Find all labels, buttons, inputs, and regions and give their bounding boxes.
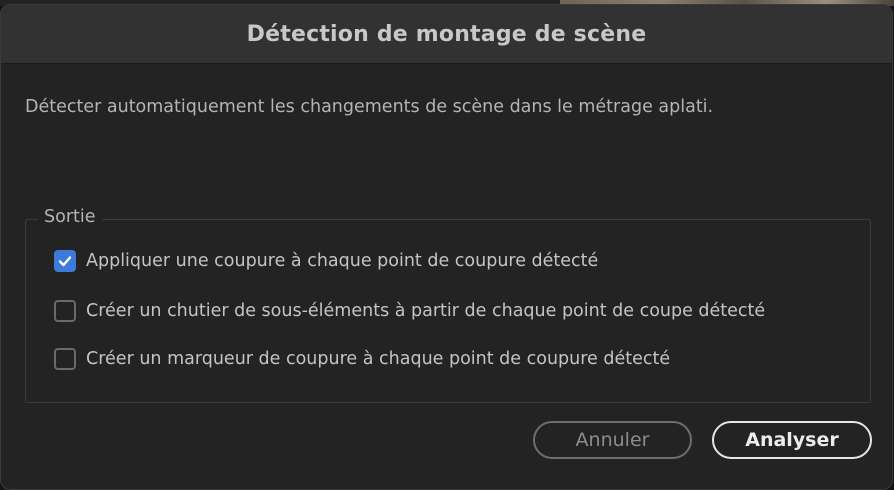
checkmark-icon (58, 256, 72, 267)
output-group: Sortie Appliquer une coupure à chaque po… (25, 207, 871, 403)
output-group-legend: Sortie (38, 207, 102, 227)
analyze-button[interactable]: Analyser (712, 421, 872, 459)
apply-cut-label: Appliquer une coupure à chaque point de … (86, 251, 599, 271)
scene-edit-detection-dialog: Détection de montage de scène Détecter a… (0, 4, 893, 490)
dialog-titlebar: Détection de montage de scène (1, 5, 892, 64)
create-marker-label: Créer un marqueur de coupure à chaque po… (86, 349, 671, 369)
apply-cut-checkbox[interactable] (54, 250, 76, 272)
create-subclip-bin-checkbox[interactable] (54, 300, 76, 322)
create-subclip-bin-option[interactable]: Créer un chutier de sous-éléments à part… (54, 300, 765, 322)
dialog-description: Détecter automatiquement les changements… (25, 97, 714, 117)
cancel-button[interactable]: Annuler (533, 421, 692, 459)
create-subclip-bin-label: Créer un chutier de sous-éléments à part… (86, 301, 766, 321)
create-marker-option[interactable]: Créer un marqueur de coupure à chaque po… (54, 348, 670, 370)
dialog-title: Détection de montage de scène (246, 21, 647, 47)
create-marker-checkbox[interactable] (54, 348, 76, 370)
apply-cut-option[interactable]: Appliquer une coupure à chaque point de … (54, 250, 598, 272)
